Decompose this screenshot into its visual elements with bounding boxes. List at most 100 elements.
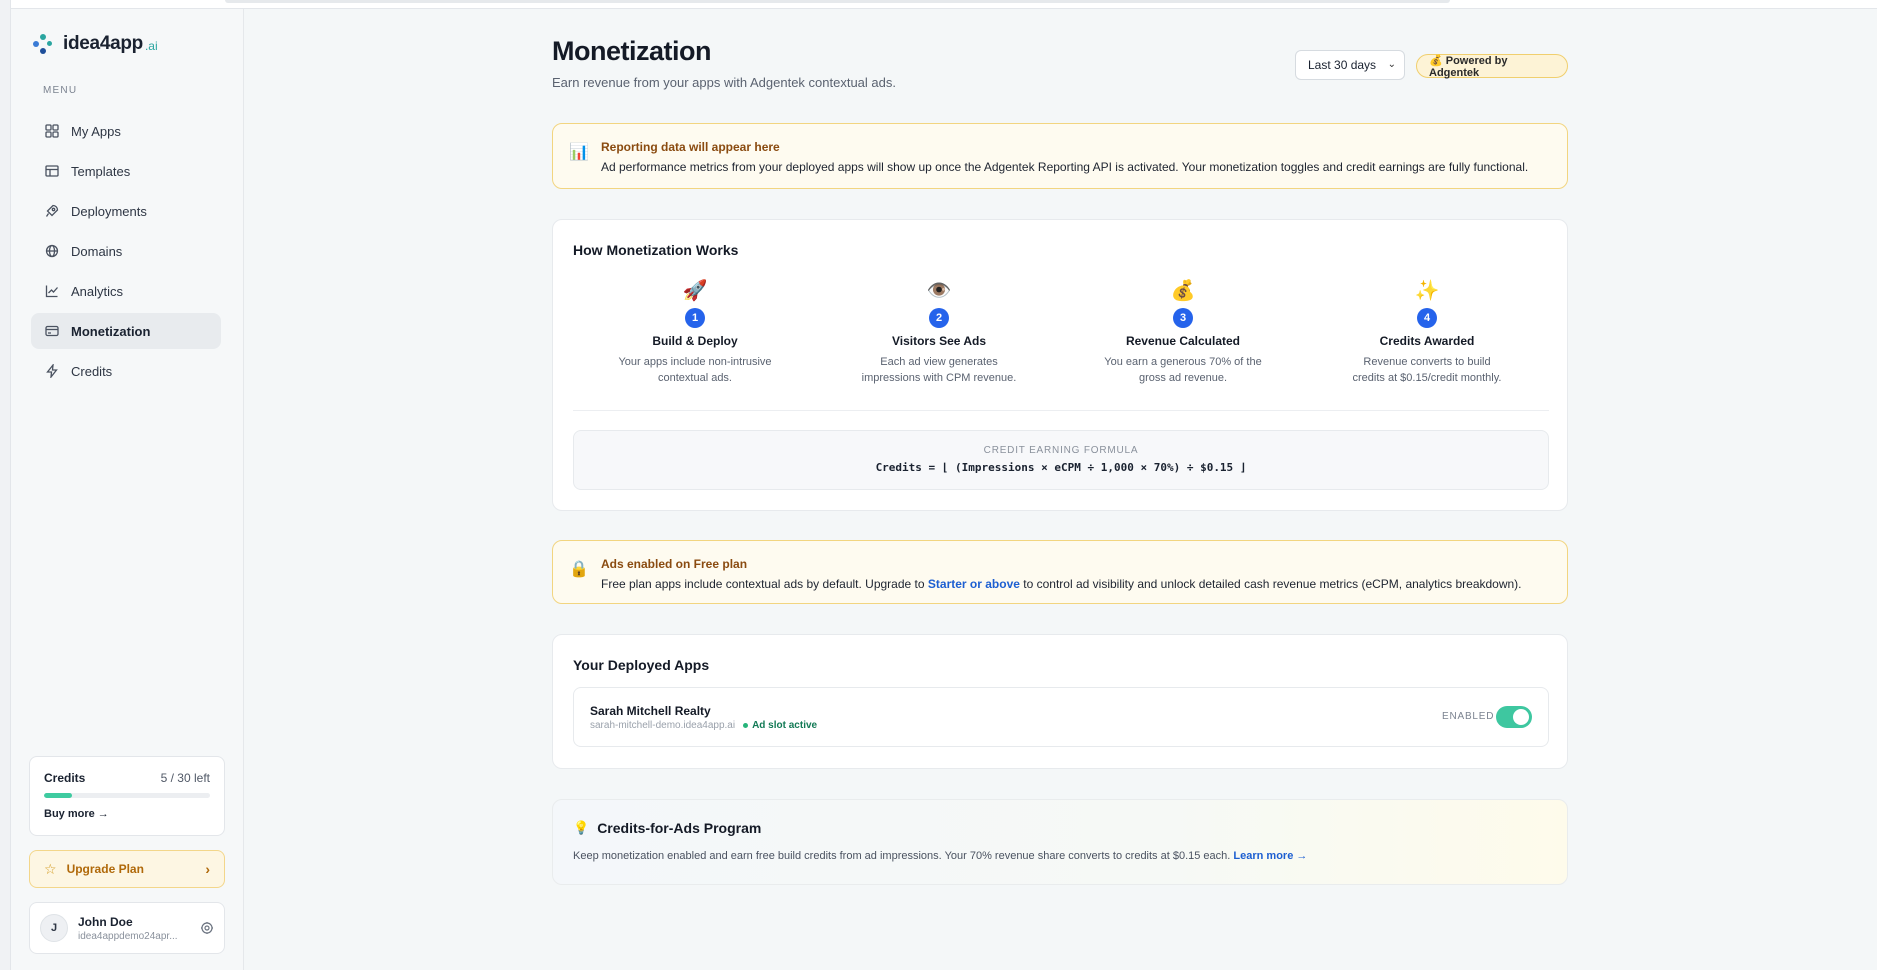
sidebar-item-label: Templates: [71, 163, 131, 179]
step-title: Build & Deploy: [652, 334, 738, 348]
globe-icon: [45, 244, 59, 258]
step-credits-awarded: ✨ 4 Credits Awarded Revenue converts to …: [1305, 278, 1549, 386]
reporting-notice-title: Reporting data will appear here: [601, 140, 780, 154]
free-plan-notice-text: Free plan apps include contextual ads by…: [601, 577, 1522, 591]
credits-for-ads-card: 💡 Credits-for-Ads Program Keep monetizat…: [552, 799, 1568, 885]
lock-icon: 🔒: [569, 561, 589, 578]
step-title: Revenue Calculated: [1125, 334, 1241, 348]
how-it-works-card: How Monetization Works 🚀 1 Build & Deplo…: [552, 219, 1568, 511]
lightbulb-icon: 💡: [573, 820, 590, 835]
sparkles-icon: ✨: [1414, 280, 1440, 302]
sidebar-item-monetization[interactable]: Monetization: [31, 313, 221, 349]
sidebar-item-label: Monetization: [71, 323, 151, 339]
step-number: 3: [1173, 308, 1193, 328]
sidebar-item-label: Analytics: [71, 283, 124, 299]
program-title: Credits-for-Ads Program: [597, 820, 762, 836]
date-range-select[interactable]: Last 30 days ⌄: [1295, 50, 1405, 80]
divider: [573, 410, 1549, 411]
brand[interactable]: idea4app .ai: [33, 33, 158, 55]
user-email: idea4appdemo24apr...: [78, 930, 178, 942]
credits-progress-fill: [44, 793, 72, 798]
chevron-down-icon: ⌄: [1387, 59, 1396, 70]
money-bag-icon: 💰: [1170, 280, 1196, 302]
powered-by-badge: 💰 Powered by Adgentek: [1416, 54, 1568, 79]
sidebar-item-label: My Apps: [71, 123, 121, 139]
upgrade-plan-label: Upgrade Plan: [66, 862, 144, 876]
app-name: Sarah Mitchell Realty: [590, 704, 711, 718]
chart-line-icon: [45, 284, 59, 298]
notice-text-before: Free plan apps include contextual ads by…: [601, 577, 928, 591]
page-subtitle: Earn revenue from your apps with Adgente…: [552, 75, 896, 90]
template-icon: [45, 164, 59, 178]
toggle-knob: [1513, 709, 1529, 725]
card-icon: [45, 324, 59, 338]
free-plan-notice-title: Ads enabled on Free plan: [601, 557, 748, 571]
step-number: 1: [685, 308, 705, 328]
credits-progress-bar: [44, 793, 210, 798]
window-edge: [0, 0, 11, 970]
rocket-icon: [45, 204, 59, 218]
step-description: You earn a generous 70% of the gross ad …: [1104, 356, 1262, 384]
credits-title: Credits: [44, 771, 86, 785]
date-range-value: Last 30 days: [1308, 58, 1377, 72]
step-title: Credits Awarded: [1379, 334, 1475, 348]
page-title: Monetization: [552, 36, 711, 66]
scroll-indicator: [225, 0, 1450, 3]
step-visitors-see-ads: 👁️ 2 Visitors See Ads Each ad view gener…: [817, 278, 1061, 386]
steps: 🚀 1 Build & Deploy Your apps include non…: [573, 278, 1549, 386]
sidebar-item-deployments[interactable]: Deployments: [31, 193, 221, 229]
starter-plan-link[interactable]: Starter or above: [928, 577, 1020, 591]
brand-suffix: .ai: [144, 39, 158, 53]
sidebar-item-credits[interactable]: Credits: [31, 353, 221, 389]
free-plan-notice: 🔒 Ads enabled on Free plan Free plan app…: [552, 540, 1568, 604]
step-description: Your apps include non-intrusive contextu…: [618, 356, 772, 384]
step-description: Each ad view generates impressions with …: [861, 356, 1017, 384]
credits-card: Credits 5 / 30 left Buy more →: [29, 756, 225, 836]
monetization-toggle[interactable]: [1496, 706, 1532, 728]
eye-icon: 👁️: [926, 280, 952, 302]
sidebar-item-my-apps[interactable]: My Apps: [31, 113, 221, 149]
sidebar-item-templates[interactable]: Templates: [31, 153, 221, 189]
toggle-label: ENABLED: [1442, 711, 1495, 722]
status-badge: Ad slot active: [743, 720, 817, 731]
sidebar-item-analytics[interactable]: Analytics: [31, 273, 221, 309]
app-domain[interactable]: sarah-mitchell-demo.idea4app.ai: [590, 720, 735, 731]
sidebar-item-label: Domains: [71, 243, 123, 259]
bar-chart-icon: 📊: [569, 144, 589, 161]
sidebar-item-domains[interactable]: Domains: [31, 233, 221, 269]
status-dot-icon: [743, 723, 749, 728]
bolt-icon: [45, 364, 59, 378]
rocket-icon: 🚀: [682, 280, 708, 302]
reporting-notice-text: Ad performance metrics from your deploye…: [601, 160, 1529, 174]
step-title: Visitors See Ads: [891, 334, 987, 348]
sidebar-item-label: Deployments: [71, 203, 147, 219]
sidebar-item-label: Credits: [71, 363, 113, 379]
menu-heading: MENU: [43, 85, 78, 96]
deployed-apps-card: Your Deployed Apps Sarah Mitchell Realty…: [552, 634, 1568, 769]
reporting-notice: 📊 Reporting data will appear here Ad per…: [552, 123, 1568, 189]
step-description: Revenue converts to build credits at $0.…: [1352, 356, 1502, 384]
learn-more-link[interactable]: Learn more →: [1233, 850, 1307, 862]
step-number: 4: [1417, 308, 1437, 328]
program-description: Keep monetization enabled and earn free …: [573, 850, 1234, 862]
credits-remaining: 5 / 30 left: [160, 771, 210, 785]
status-text: Ad slot active: [752, 720, 818, 731]
upgrade-plan-button[interactable]: ☆ Upgrade Plan ›: [29, 850, 225, 888]
formula-label: CREDIT EARNING FORMULA: [983, 445, 1139, 456]
notice-text-after: to control ad visibility and unlock deta…: [1019, 577, 1522, 591]
chevron-right-icon: ›: [205, 861, 210, 877]
deployed-apps-title: Your Deployed Apps: [573, 657, 710, 673]
credit-formula-box: CREDIT EARNING FORMULA Credits = ⌊ (Impr…: [573, 430, 1549, 490]
list-item: Sarah Mitchell Realty sarah-mitchell-dem…: [573, 687, 1549, 747]
user-card[interactable]: J John Doe idea4appdemo24apr...: [29, 902, 225, 954]
user-name: John Doe: [78, 914, 133, 929]
avatar: J: [40, 914, 68, 942]
star-icon: ☆: [44, 860, 57, 877]
buy-more-link[interactable]: Buy more →: [44, 808, 210, 820]
formula-text: Credits = ⌊ (Impressions × eCPM ÷ 1,000 …: [875, 461, 1247, 474]
how-it-works-title: How Monetization Works: [573, 242, 739, 258]
brand-logo-icon: [33, 34, 53, 54]
program-text: Keep monetization enabled and earn free …: [573, 850, 1547, 862]
gear-icon[interactable]: [200, 921, 214, 935]
step-number: 2: [929, 308, 949, 328]
